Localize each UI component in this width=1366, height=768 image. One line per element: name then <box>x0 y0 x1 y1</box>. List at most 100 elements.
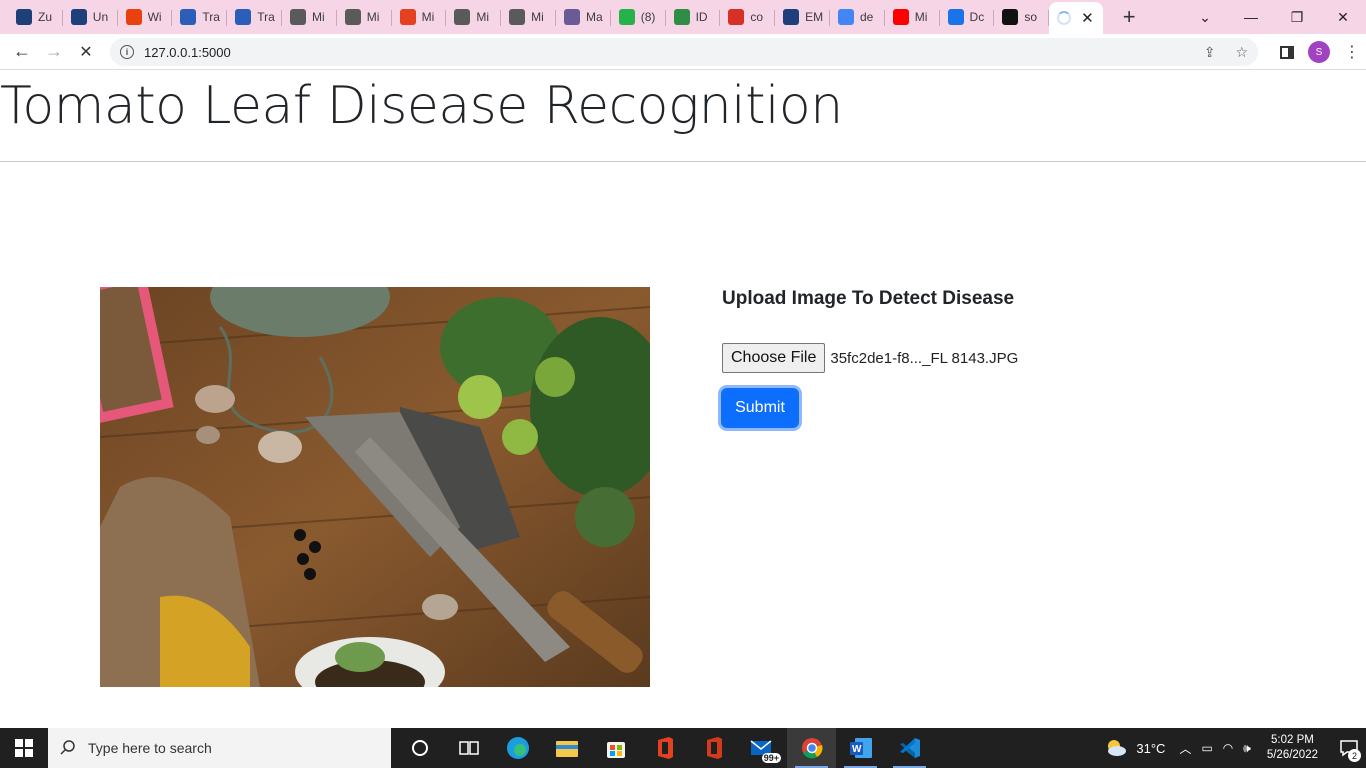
mail-taskbar-button[interactable]: 99+ <box>738 728 787 768</box>
tab-label: Mi <box>421 10 435 24</box>
browser-tab[interactable]: Un <box>63 2 118 32</box>
tab-strip: Zu Un Wi Tra Tra Mi Mi Mi Mi Mi Ma (8) ID co EM de Mi Dc s… <box>0 0 1366 34</box>
notification-button[interactable]: 2 <box>1332 728 1366 768</box>
edge-taskbar-button[interactable] <box>493 728 542 768</box>
back-button[interactable]: ← <box>6 41 38 62</box>
stop-loading-button[interactable]: ✕ <box>70 42 102 62</box>
address-url[interactable]: 127.0.0.1:5000 <box>144 45 231 60</box>
browser-tab[interactable]: Mi <box>885 2 940 32</box>
browser-tab[interactable]: (8) <box>611 2 666 32</box>
file-explorer-taskbar-button[interactable] <box>542 728 591 768</box>
browser-tab[interactable]: Tra <box>172 2 227 32</box>
tab-label: co <box>750 10 764 24</box>
tab-label: de <box>859 10 874 24</box>
browser-tab[interactable]: Mi <box>501 2 556 32</box>
choose-file-button[interactable]: Choose File <box>722 343 826 373</box>
office-taskbar-button[interactable] <box>640 728 689 768</box>
page-content: Tomato Leaf Disease Recognition Upload I… <box>0 70 1366 728</box>
side-panel-icon[interactable] <box>1280 45 1294 59</box>
new-tab-button[interactable]: + <box>1115 4 1143 30</box>
tab-label: Mi <box>366 10 380 24</box>
close-window-button[interactable]: ✕ <box>1320 9 1366 26</box>
browser-tab[interactable]: Tra <box>227 2 282 32</box>
system-tray: 31°C ︿ ▭ ◠ 🕪 5:02 PM 5/26/2022 2 <box>1104 728 1366 768</box>
unima-icon <box>16 9 32 25</box>
bookmark-star-icon[interactable]: ☆ <box>1235 44 1248 61</box>
browser-tab[interactable]: Ma <box>556 2 611 32</box>
word-taskbar-button[interactable]: W <box>836 728 885 768</box>
wifi-icon[interactable]: ◠ <box>1223 741 1233 755</box>
browser-tab[interactable]: Mi <box>337 2 392 32</box>
cortana-circle-icon <box>411 740 428 756</box>
volume-icon[interactable]: 🕪 <box>1243 741 1251 756</box>
browser-tab[interactable]: Wi <box>118 2 173 32</box>
address-bar[interactable]: i 127.0.0.1:5000 ⇪ ☆ <box>110 38 1258 66</box>
weather-cloud-sun-icon[interactable] <box>1104 738 1128 758</box>
geeks-icon <box>673 9 690 25</box>
clock-time: 5:02 PM <box>1271 734 1314 746</box>
share-icon[interactable]: ⇪ <box>1204 44 1216 61</box>
task-view-button[interactable] <box>444 728 493 768</box>
profile-avatar[interactable]: S <box>1308 41 1330 63</box>
tab-active[interactable]: ✕ <box>1049 2 1104 34</box>
store-icon <box>606 742 625 758</box>
restore-button[interactable]: ❐ <box>1274 9 1320 26</box>
browser-tab[interactable]: Mi <box>392 2 447 32</box>
browser-tab[interactable]: Dc <box>940 2 995 32</box>
browser-tab[interactable]: EM <box>775 2 830 32</box>
office-icon <box>657 737 673 759</box>
clock[interactable]: 5:02 PM 5/26/2022 <box>1267 733 1318 763</box>
windows-taskbar: Type here to search 99+ W 31°C ︿ ▭ ◠ 🕪 5… <box>0 728 1366 768</box>
submit-button[interactable]: Submit <box>721 388 799 428</box>
mail-badge: 99+ <box>761 753 781 763</box>
gmail-icon <box>728 9 745 25</box>
browser-tab[interactable]: so <box>994 2 1049 32</box>
loading-spinner-icon <box>1057 11 1072 25</box>
unima-icon <box>70 9 87 25</box>
edge-icon <box>506 737 529 759</box>
browser-tab[interactable]: co <box>720 2 775 32</box>
browser-tab[interactable]: Mi <box>282 2 337 32</box>
upload-heading: Upload Image To Detect Disease <box>722 288 1015 309</box>
tab-label: Mi <box>914 10 928 24</box>
browser-tab[interactable]: de <box>830 2 885 32</box>
browser-tab[interactable]: ID <box>666 2 721 32</box>
menu-kebab-icon[interactable]: ⋮ <box>1344 42 1360 62</box>
chrome-taskbar-button[interactable] <box>787 728 836 768</box>
taskbar-search-box[interactable]: Type here to search <box>48 728 391 768</box>
browser-tab[interactable]: Zu <box>8 2 63 32</box>
site-info-icon[interactable]: i <box>120 45 134 59</box>
temperature[interactable]: 31°C <box>1136 741 1165 756</box>
notification-count: 2 <box>1348 749 1361 762</box>
word-icon: W <box>849 738 872 758</box>
window-controls: ⌄ — ❐ ✕ <box>1182 0 1366 34</box>
shield-icon <box>563 9 580 25</box>
tab-label: ID <box>695 10 708 24</box>
vscode-taskbar-button[interactable] <box>885 728 934 768</box>
tab-close-icon[interactable]: ✕ <box>1081 9 1094 27</box>
office-icon-2 <box>706 737 722 759</box>
browser-tab[interactable]: Mi <box>446 2 501 32</box>
page-title: Tomato Leaf Disease Recognition <box>0 76 843 136</box>
start-button[interactable] <box>0 728 48 768</box>
folder-icon <box>555 741 578 757</box>
tab-search-chevron-icon[interactable]: ⌄ <box>1182 9 1228 26</box>
globe-icon <box>509 9 526 25</box>
tab-label: Mi <box>311 10 325 24</box>
cortana-button[interactable] <box>395 728 444 768</box>
tab-label: EM <box>805 10 824 24</box>
minimize-button[interactable]: — <box>1228 9 1274 25</box>
store-taskbar-button[interactable] <box>591 728 640 768</box>
battery-icon[interactable]: ▭ <box>1201 741 1212 755</box>
forward-button[interactable]: → <box>38 41 70 62</box>
file-input[interactable]: Choose File 35fc2de1-f8..._FL 8143.JPG <box>722 343 1018 373</box>
tab-label: so <box>1024 10 1038 24</box>
browser-toolbar: ← → ✕ i 127.0.0.1:5000 ⇪ ☆ S ⋮ <box>0 34 1366 70</box>
search-icon <box>60 740 75 755</box>
tab-label: Tra <box>202 10 220 24</box>
tab-label: (8) <box>640 10 656 24</box>
chevron-up-icon[interactable]: ︿ <box>1179 740 1191 757</box>
download-icon <box>947 9 964 25</box>
task-view-icon <box>458 741 479 755</box>
office-alt-taskbar-button[interactable] <box>689 728 738 768</box>
